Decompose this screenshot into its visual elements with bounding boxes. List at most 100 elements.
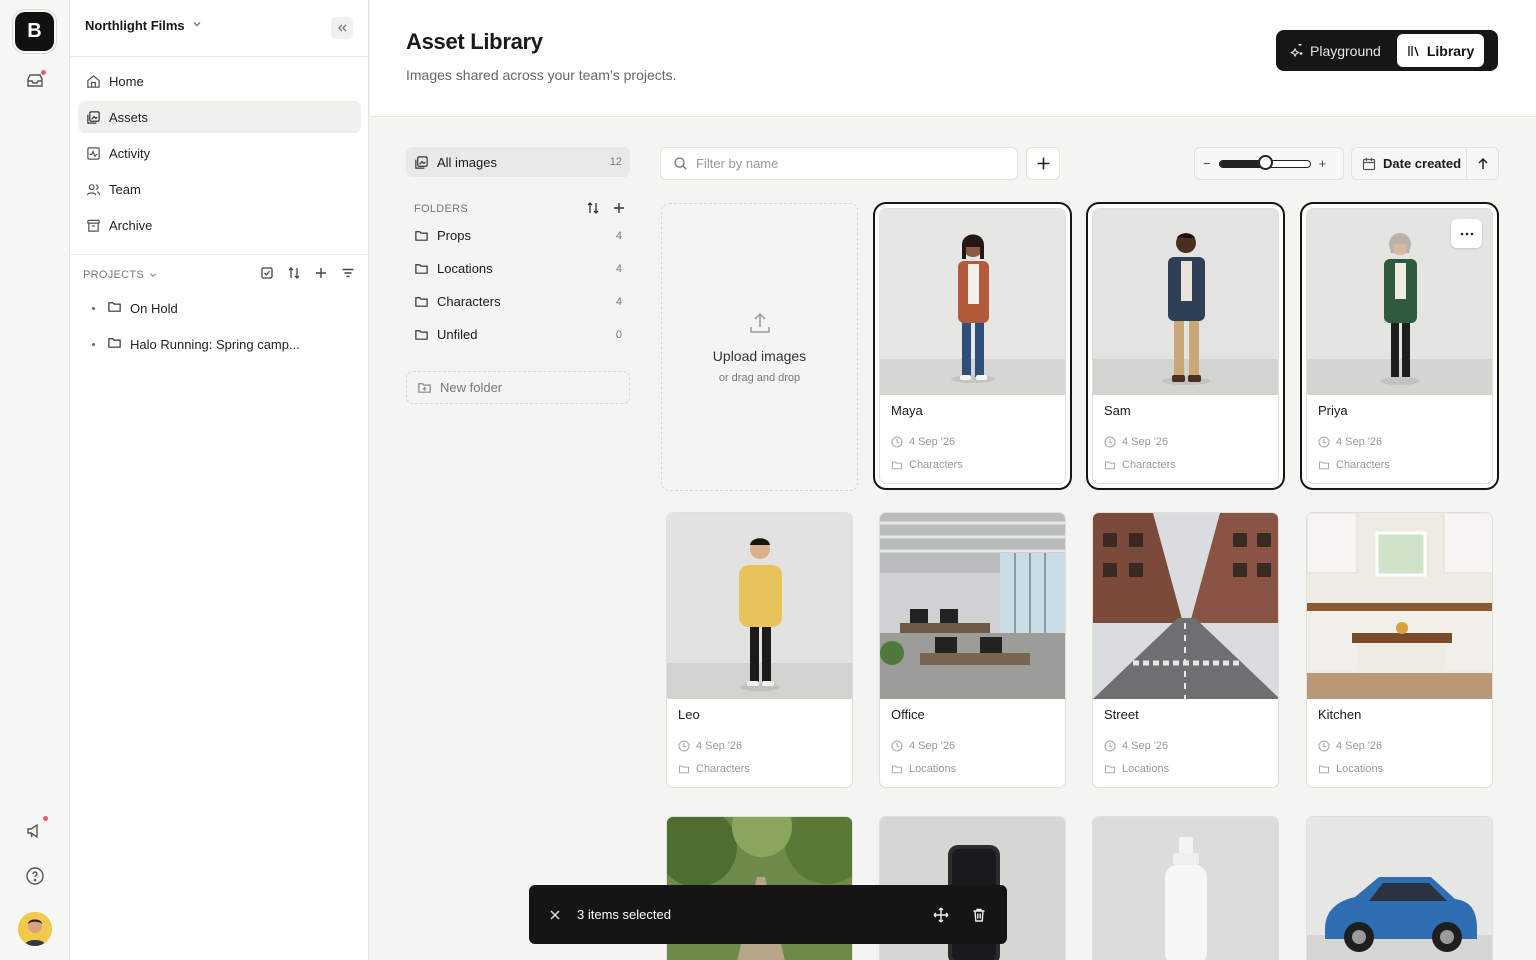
- nav-item-home[interactable]: Home: [78, 65, 361, 97]
- library-label: Library: [1426, 42, 1475, 59]
- folder-icon: [891, 763, 903, 775]
- asset-name: Kitchen: [1318, 707, 1362, 722]
- asset-date-text: 4 Sep '26: [909, 740, 956, 752]
- search-input[interactable]: [696, 156, 996, 171]
- sort-label: Date created: [1383, 156, 1462, 171]
- select-projects-icon[interactable]: [260, 266, 274, 283]
- folder-label: Characters: [437, 294, 501, 309]
- upload-subtitle: or drag and drop: [718, 372, 801, 384]
- asset-card-street[interactable]: Street 4 Sep '26 Locations: [1092, 512, 1279, 788]
- project-label: On Hold: [130, 300, 178, 316]
- zoom-slider-handle[interactable]: [1257, 154, 1273, 170]
- new-folder-label: New folder: [440, 380, 503, 395]
- asset-card-sam[interactable]: Sam 4 Sep '26 Characters: [1092, 208, 1279, 484]
- folder-icon: [1318, 459, 1330, 471]
- team-icon: [86, 182, 101, 197]
- add-folder-icon[interactable]: [612, 201, 626, 218]
- help-icon[interactable]: [22, 863, 48, 889]
- asset-date-text: 4 Sep '26: [696, 740, 743, 752]
- asset-name: Leo: [678, 707, 700, 722]
- user-avatar[interactable]: [18, 912, 52, 946]
- asset-date-text: 4 Sep '26: [1336, 436, 1383, 448]
- asset-card-bottle[interactable]: [1092, 816, 1279, 960]
- playground-label: Playground: [1310, 42, 1381, 59]
- asset-card-car[interactable]: [1306, 816, 1493, 960]
- clock-icon: [678, 740, 690, 752]
- inbox-badge: [40, 69, 47, 76]
- asset-thumbnail: [1307, 209, 1492, 395]
- asset-card-kitchen[interactable]: Kitchen 4 Sep '26 Locations: [1306, 512, 1493, 788]
- divider: [70, 56, 369, 57]
- clear-selection-icon[interactable]: [549, 909, 561, 921]
- folders-panel: All images 12 FOLDERS Props 4 Locations …: [406, 147, 630, 404]
- project-item[interactable]: Halo Running: Spring camp...: [92, 335, 300, 353]
- folder-item-unfiled[interactable]: Unfiled 0: [406, 318, 630, 351]
- all-images-label: All images: [437, 154, 497, 170]
- asset-card-priya[interactable]: Priya 4 Sep '26 Characters: [1306, 208, 1493, 484]
- add-asset-button[interactable]: [1026, 147, 1060, 180]
- folder-item-characters[interactable]: Characters 4: [406, 285, 630, 318]
- folder-icon: [107, 299, 122, 317]
- zoom-in-button[interactable]: +: [1319, 156, 1327, 171]
- bullet: [92, 306, 95, 310]
- asset-folder-text: Characters: [696, 763, 750, 775]
- filter-projects-icon[interactable]: [341, 266, 355, 283]
- nav-item-assets[interactable]: Assets: [78, 101, 361, 133]
- nav-item-archive[interactable]: Archive: [78, 209, 361, 241]
- workspace-switcher[interactable]: Northlight Films: [85, 18, 203, 33]
- announcements-icon[interactable]: [22, 815, 49, 844]
- asset-folder-text: Characters: [909, 459, 963, 471]
- sidebar: Northlight Films Home Assets Activity Te…: [70, 0, 369, 960]
- sort-control: Date created: [1351, 147, 1499, 180]
- chevron-down-icon[interactable]: [148, 270, 158, 280]
- project-item[interactable]: On Hold: [92, 299, 178, 317]
- clock-icon: [891, 436, 903, 448]
- move-icon[interactable]: [933, 907, 949, 923]
- zoom-slider[interactable]: [1218, 154, 1311, 170]
- asset-thumbnail: [1307, 817, 1492, 960]
- add-project-icon[interactable]: [314, 266, 328, 283]
- clock-icon: [1104, 740, 1116, 752]
- sparkle-icon: [1290, 43, 1304, 58]
- folder-icon: [414, 228, 429, 243]
- sort-field-button[interactable]: Date created: [1352, 156, 1466, 171]
- asset-thumbnail: [1093, 209, 1278, 395]
- asset-name: Street: [1104, 707, 1139, 722]
- assets-icon: [414, 155, 429, 170]
- more-options-button[interactable]: [1451, 219, 1482, 248]
- sort-folders-icon[interactable]: [586, 201, 600, 218]
- folder-label: Locations: [437, 261, 493, 276]
- asset-date: 4 Sep '26: [891, 436, 955, 448]
- asset-folder: Locations: [1104, 763, 1169, 775]
- sort-projects-icon[interactable]: [287, 266, 301, 283]
- folder-item-props[interactable]: Props 4: [406, 219, 630, 252]
- folders-label: FOLDERS: [414, 203, 469, 215]
- upload-dropzone[interactable]: Upload images or drag and drop: [661, 203, 858, 491]
- folder-item-locations[interactable]: Locations 4: [406, 252, 630, 285]
- asset-thumbnail: [880, 209, 1065, 395]
- selection-count: 3 items selected: [577, 907, 671, 922]
- asset-card-office[interactable]: Office 4 Sep '26 Locations: [879, 512, 1066, 788]
- asset-card-maya[interactable]: Maya 4 Sep '26 Characters: [879, 208, 1066, 484]
- plus-icon: [1036, 156, 1051, 171]
- asset-date: 4 Sep '26: [1318, 740, 1382, 752]
- new-folder-button[interactable]: New folder: [406, 371, 630, 404]
- nav-item-activity[interactable]: Activity: [78, 137, 361, 169]
- nav-item-team[interactable]: Team: [78, 173, 361, 205]
- inbox-icon[interactable]: [22, 68, 48, 94]
- announcements-badge: [42, 815, 49, 822]
- arrow-up-icon: [1476, 157, 1490, 171]
- all-images-item[interactable]: All images 12: [406, 147, 630, 177]
- asset-card-leo[interactable]: Leo 4 Sep '26 Characters: [666, 512, 853, 788]
- zoom-out-button[interactable]: −: [1203, 156, 1211, 171]
- playground-tab[interactable]: Playground: [1280, 34, 1391, 67]
- asset-folder: Characters: [891, 459, 963, 471]
- asset-name: Sam: [1104, 403, 1131, 418]
- workspace-logo[interactable]: B: [15, 12, 54, 51]
- page-title: Asset Library: [406, 29, 543, 54]
- collapse-sidebar-button[interactable]: [331, 17, 353, 39]
- library-tab[interactable]: Library: [1396, 34, 1485, 67]
- trash-icon[interactable]: [971, 907, 987, 923]
- sort-direction-button[interactable]: [1466, 148, 1498, 179]
- home-icon: [86, 74, 101, 89]
